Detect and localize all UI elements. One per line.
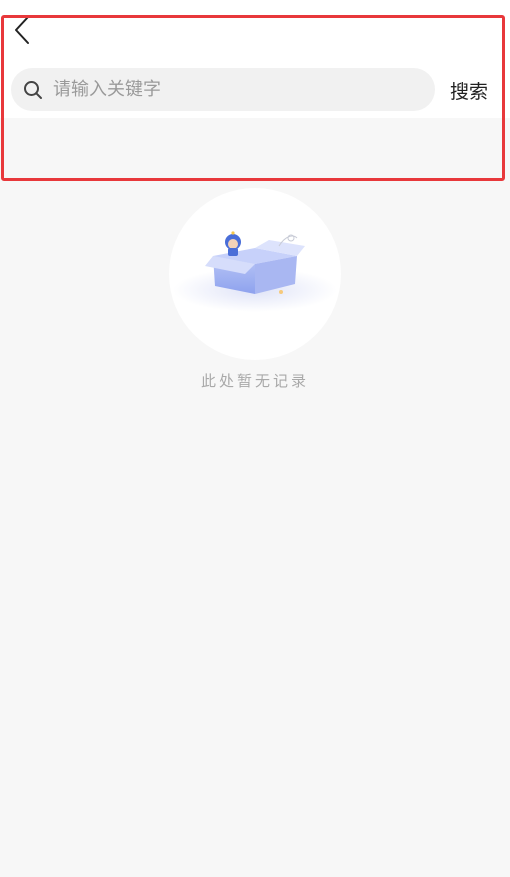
- header: 搜索: [0, 0, 510, 118]
- empty-state-message: 此处暂无记录: [200, 372, 309, 390]
- chevron-left-icon: [15, 16, 29, 44]
- search-bar[interactable]: [11, 68, 435, 111]
- empty-box-illustration-art: [173, 231, 337, 312]
- empty-state: 此处暂无记录: [0, 188, 510, 391]
- search-button[interactable]: 搜索: [446, 76, 492, 104]
- empty-box-illustration: [169, 188, 341, 360]
- back-button[interactable]: [8, 14, 36, 46]
- search-icon: [23, 80, 43, 100]
- search-input[interactable]: [51, 78, 395, 101]
- search-page: 搜索: [0, 0, 510, 877]
